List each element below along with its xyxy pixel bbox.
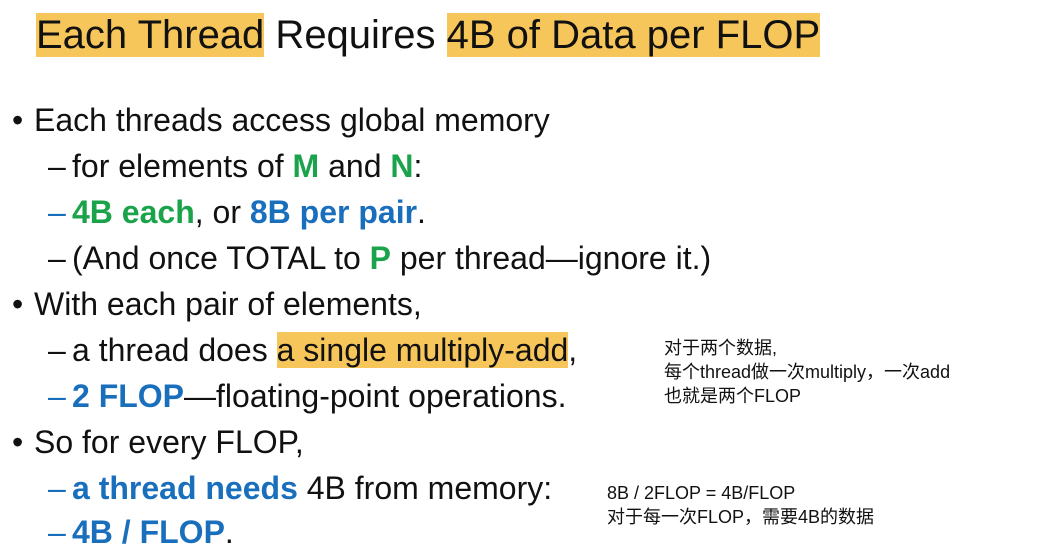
bullet-3-sub-1: – a thread needs 4B from memory: (48, 468, 552, 508)
bullet-1-sub-2: –4B each, or 8B per pair. (48, 192, 426, 232)
dash: – (48, 378, 66, 414)
annotation-note-2: 8B / 2FLOP = 4B/FLOP 对于每一次FLOP，需要4B的数据 (607, 481, 874, 529)
sub-text: . (224, 514, 234, 550)
thread-needs: a thread needs (72, 470, 298, 506)
bullet-text: With each pair of elements, (34, 286, 422, 322)
bullet-2-sub-2: –2 FLOP—floating-point operations. (48, 376, 566, 416)
bullet-dot: • (12, 102, 24, 138)
sub-text: . (417, 194, 426, 230)
dash: – (48, 194, 66, 230)
4b-per-flop: 4B / FLOP (72, 514, 225, 550)
title-highlight-1: Each Thread (36, 13, 265, 57)
sub-text: (And once TOTAL to (72, 240, 370, 276)
bullet-text: So for every FLOP, (34, 424, 304, 460)
bullet-3-sub-2: –4B / FLOP. (48, 512, 234, 552)
matrix-p: P (369, 240, 391, 276)
4b-each: 4B each (72, 194, 195, 230)
bullet-1-sub-1: – for elements of M and N: (48, 146, 422, 186)
sub-text: per thread—ignore it.) (390, 240, 712, 276)
bullet-dot: • (12, 424, 24, 460)
matrix-n: N (390, 148, 414, 184)
2-flop: 2 FLOP (72, 378, 185, 414)
sub-text: and (319, 148, 391, 184)
title-highlight-2: 4B of Data per FLOP (446, 13, 821, 57)
dash: – (48, 240, 66, 276)
bullet-1: • Each threads access global memory (12, 100, 550, 140)
note-line: 8B / 2FLOP = 4B/FLOP (607, 483, 796, 503)
dash: – (48, 514, 66, 550)
note-line: 对于每一次FLOP，需要4B的数据 (607, 507, 875, 527)
bullet-2-sub-1: – a thread does a single multiply-add, (48, 330, 577, 370)
sub-text: a thread does (72, 332, 277, 368)
sub-text: 4B from memory: (297, 470, 553, 506)
title-middle: Requires (264, 13, 447, 57)
sub-text: , or (194, 194, 250, 230)
8b-per-pair: 8B per pair (249, 194, 418, 230)
sub-text: for elements of (72, 148, 293, 184)
sub-text: , (568, 332, 578, 368)
multiply-add-highlight: a single multiply-add (276, 332, 569, 368)
note-line: 每个thread做一次multiply，一次add (664, 362, 951, 382)
dash: – (48, 148, 66, 184)
bullet-dot: • (12, 286, 24, 322)
annotation-note-1: 对于两个数据, 每个thread做一次multiply，一次add 也就是两个F… (664, 336, 950, 408)
dash: – (48, 470, 66, 506)
note-line: 对于两个数据, (664, 338, 778, 358)
bullet-2: • With each pair of elements, (12, 284, 422, 324)
dash: – (48, 332, 66, 368)
bullet-1-sub-3: – (And once TOTAL to P per thread—ignore … (48, 238, 711, 278)
sub-text: —floating-point operations. (184, 378, 567, 414)
sub-text: : (413, 148, 423, 184)
matrix-m: M (292, 148, 320, 184)
note-line: 也就是两个FLOP (664, 386, 802, 406)
bullet-3: • So for every FLOP, (12, 422, 304, 462)
slide-title: Each Thread Requires 4B of Data per FLOP (36, 8, 821, 62)
bullet-text: Each threads access global memory (34, 102, 550, 138)
